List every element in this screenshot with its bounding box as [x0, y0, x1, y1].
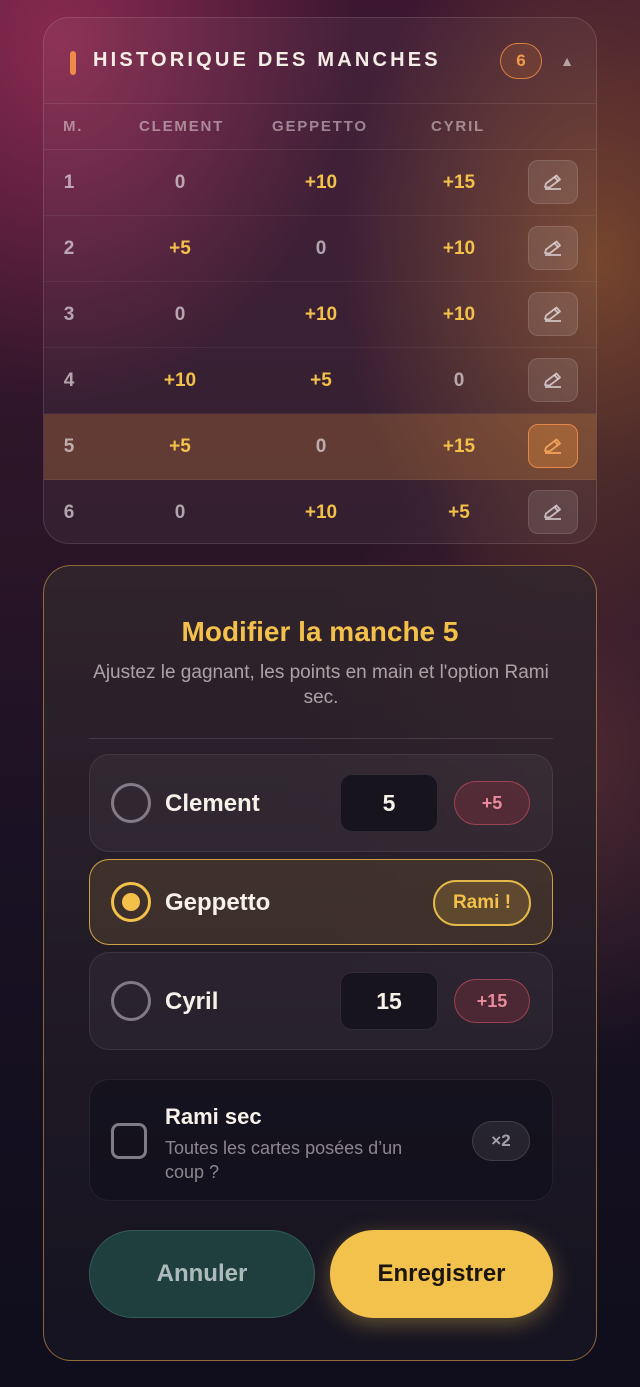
score-cell: +5 [310, 370, 332, 391]
collapse-chevron-icon[interactable]: ▲ [554, 46, 580, 76]
score-delta-badge: +5 [454, 781, 530, 825]
history-row: 5 +5 0 +15 [44, 414, 596, 480]
winner-radio-clement[interactable] [111, 783, 151, 823]
pencil-icon [542, 173, 564, 191]
points-input-cyril[interactable] [340, 972, 438, 1030]
score-cell: +5 [169, 238, 191, 259]
score-cell: +10 [442, 304, 476, 325]
history-row: 6 0 +10 +5 [44, 480, 596, 543]
player-name: Clement [165, 790, 260, 817]
dialog-subtitle: Ajustez le gagnant, les points en main e… [93, 662, 549, 708]
round-number: 5 [63, 436, 75, 457]
score-cell: +15 [442, 172, 476, 193]
history-row: 1 0 +10 +15 [44, 150, 596, 216]
history-row: 4 +10 +5 0 [44, 348, 596, 414]
player-name: Geppetto [165, 889, 271, 916]
edit-round-button[interactable] [528, 292, 578, 336]
history-row: 2 +5 0 +10 [44, 216, 596, 282]
edit-round-button[interactable] [528, 160, 578, 204]
divider [89, 738, 553, 739]
score-cell: 0 [174, 172, 186, 193]
round-number: 3 [63, 304, 75, 325]
dialog-title: Modifier la manche 5 [181, 616, 459, 647]
score-cell: 0 [315, 238, 327, 259]
score-cell: +5 [169, 436, 191, 457]
score-cell: +10 [304, 502, 338, 523]
rami-sec-checkbox[interactable] [111, 1123, 147, 1159]
score-cell: +10 [163, 370, 197, 391]
column-header-cyril: CYRIL [431, 118, 485, 135]
round-number: 1 [63, 172, 75, 193]
column-header-geppetto: GEPPETTO [272, 118, 368, 135]
score-cell: 0 [174, 502, 186, 523]
player-row-geppetto[interactable]: Geppetto Rami ! [89, 859, 553, 945]
round-count-badge: 6 [500, 43, 542, 79]
rami-winner-chip: Rami ! [433, 880, 531, 926]
multiplier-badge: ×2 [472, 1121, 530, 1161]
pencil-icon [542, 437, 564, 455]
pencil-icon [542, 239, 564, 257]
cancel-button[interactable]: Annuler [89, 1230, 315, 1318]
pencil-icon [542, 371, 564, 389]
round-number: 4 [63, 370, 75, 391]
option-title: Rami sec [165, 1104, 262, 1129]
winner-radio-cyril[interactable] [111, 981, 151, 1021]
column-header-clement: CLEMENT [139, 118, 225, 135]
save-button[interactable]: Enregistrer [330, 1230, 553, 1318]
pencil-icon [542, 503, 564, 521]
score-cell: +10 [304, 172, 338, 193]
edit-round-button[interactable] [528, 424, 578, 468]
round-number: 2 [63, 238, 75, 259]
pencil-icon [542, 305, 564, 323]
edit-round-dialog: Modifier la manche 5 Ajustez le gagnant,… [43, 565, 597, 1361]
score-cell: +15 [442, 436, 476, 457]
score-cell: +10 [442, 238, 476, 259]
score-cell: +10 [304, 304, 338, 325]
accent-bar [70, 51, 76, 75]
edit-round-button[interactable] [528, 226, 578, 270]
score-cell: 0 [174, 304, 186, 325]
points-input-clement[interactable] [340, 774, 438, 832]
player-name: Cyril [165, 988, 219, 1015]
radio-selected-dot [122, 893, 140, 911]
edit-round-button[interactable] [528, 490, 578, 534]
option-description: Toutes les cartes posées d’un coup ? [165, 1138, 403, 1182]
history-card: HISTORIQUE DES MANCHES 6 ▲ M. CLEMENT GE… [43, 17, 597, 544]
table-header: M. CLEMENT GEPPETTO CYRIL [44, 104, 596, 150]
player-row-cyril[interactable]: Cyril +15 [89, 952, 553, 1050]
winner-radio-geppetto[interactable] [111, 882, 151, 922]
rami-sec-option[interactable]: Rami sec Toutes les cartes posées d’un c… [89, 1079, 553, 1201]
history-header[interactable]: HISTORIQUE DES MANCHES 6 ▲ [44, 18, 596, 104]
edit-round-button[interactable] [528, 358, 578, 402]
history-title: HISTORIQUE DES MANCHES [93, 49, 441, 71]
score-cell: 0 [453, 370, 465, 391]
round-number: 6 [63, 502, 75, 523]
column-header-round: M. [63, 118, 84, 135]
history-row: 3 0 +10 +10 [44, 282, 596, 348]
score-cell: 0 [315, 436, 327, 457]
score-cell: +5 [448, 502, 470, 523]
score-delta-badge: +15 [454, 979, 530, 1023]
player-row-clement[interactable]: Clement +5 [89, 754, 553, 852]
